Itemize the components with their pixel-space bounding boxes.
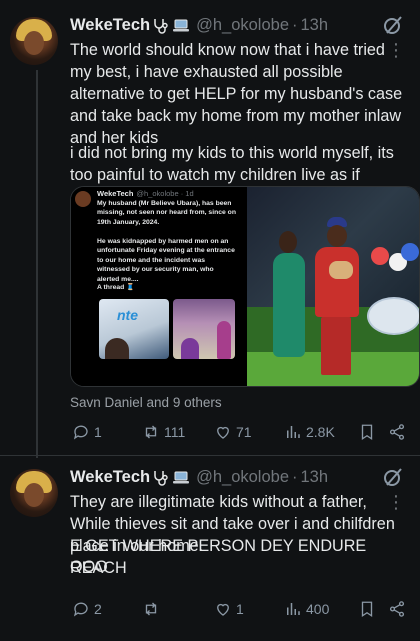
stethoscope-icon bbox=[154, 470, 168, 486]
avatar[interactable] bbox=[10, 17, 58, 65]
views-count: 400 bbox=[306, 601, 330, 617]
avatar[interactable] bbox=[10, 469, 58, 517]
views-count: 2.8K bbox=[306, 424, 335, 440]
embedded-photo: nte bbox=[99, 299, 169, 359]
timestamp[interactable]: 13h bbox=[301, 468, 329, 487]
couple-photo[interactable] bbox=[247, 187, 419, 386]
liked-by-text[interactable]: Savn Daniel and 9 others bbox=[70, 395, 222, 410]
bookmark-button[interactable] bbox=[358, 423, 376, 441]
author-handle[interactable]: @h_okolobe bbox=[196, 16, 289, 35]
embedded-text: He was kidnapped by harmed men on an unf… bbox=[97, 238, 235, 283]
author-name[interactable]: WekeTech bbox=[70, 16, 150, 35]
repost-button[interactable] bbox=[142, 600, 164, 618]
reply-icon bbox=[73, 602, 88, 617]
author-handle[interactable]: @h_okolobe bbox=[196, 468, 289, 487]
repost-button[interactable]: 111 bbox=[142, 423, 185, 441]
reply-button[interactable]: 1 bbox=[72, 423, 102, 441]
embedded-header: WekeTech @h_okolobe · 1d bbox=[97, 189, 194, 198]
tweet[interactable]: WekeTech @h_okolobe · 13h ⋮ They are ill… bbox=[0, 458, 420, 641]
tweet-text: The world should know now that i have tr… bbox=[70, 41, 403, 147]
tweet-text-line: OOO bbox=[70, 558, 108, 576]
tweet-header: WekeTech @h_okolobe · 13h bbox=[70, 16, 328, 35]
reply-count: 2 bbox=[94, 601, 102, 617]
tweet[interactable]: WekeTech @h_okolobe · 13h ⋮ The world sh… bbox=[0, 0, 420, 455]
tweet-media[interactable]: WekeTech @h_okolobe · 1d My husband (Mr B… bbox=[70, 186, 420, 387]
separator-dot: · bbox=[292, 16, 298, 34]
tweet-header: WekeTech @h_okolobe · 13h bbox=[70, 468, 328, 487]
grok-icon[interactable] bbox=[382, 466, 404, 488]
reply-icon bbox=[73, 425, 88, 440]
views-icon bbox=[287, 603, 300, 615]
embedded-photo bbox=[173, 299, 235, 359]
tweet-text-continued: i did not bring my kids to this world my… bbox=[70, 144, 394, 184]
share-button[interactable] bbox=[388, 600, 406, 618]
views-button[interactable]: 2.8K bbox=[284, 423, 335, 441]
views-button[interactable]: 400 bbox=[284, 600, 329, 618]
separator-dot: · bbox=[292, 468, 298, 486]
like-icon bbox=[217, 603, 229, 616]
repost-icon bbox=[145, 425, 157, 439]
embedded-avatar bbox=[75, 191, 91, 207]
tweet-divider bbox=[0, 455, 420, 456]
like-count: 1 bbox=[236, 601, 244, 617]
bookmark-button[interactable] bbox=[358, 600, 376, 618]
author-name[interactable]: WekeTech bbox=[70, 468, 150, 487]
embedded-text: A thread 🧵 bbox=[97, 284, 135, 291]
laptop-icon bbox=[173, 471, 190, 483]
like-count: 71 bbox=[236, 424, 252, 440]
views-icon bbox=[287, 426, 300, 438]
embedded-tweet-screenshot[interactable]: WekeTech @h_okolobe · 1d My husband (Mr B… bbox=[71, 187, 246, 386]
share-icon bbox=[389, 601, 405, 617]
tweet-actions: 1 111 71 2.8K bbox=[70, 423, 415, 445]
reply-count: 1 bbox=[94, 424, 102, 440]
reply-button[interactable]: 2 bbox=[72, 600, 102, 618]
embedded-text: My husband (Mr Believe Ubara), has been … bbox=[97, 200, 236, 226]
bookmark-icon bbox=[361, 424, 373, 441]
laptop-icon bbox=[173, 19, 190, 31]
repost-count: 111 bbox=[164, 424, 186, 440]
repost-icon bbox=[145, 602, 157, 616]
timestamp[interactable]: 13h bbox=[301, 16, 329, 35]
like-button[interactable]: 71 bbox=[214, 423, 252, 441]
bookmark-icon bbox=[361, 601, 373, 618]
like-icon bbox=[217, 426, 229, 439]
grok-icon[interactable] bbox=[382, 14, 404, 36]
stethoscope-icon bbox=[154, 18, 168, 34]
share-icon bbox=[389, 424, 405, 440]
like-button[interactable]: 1 bbox=[214, 600, 244, 618]
share-button[interactable] bbox=[388, 423, 406, 441]
tweet-actions: 2 1 400 bbox=[70, 600, 415, 622]
